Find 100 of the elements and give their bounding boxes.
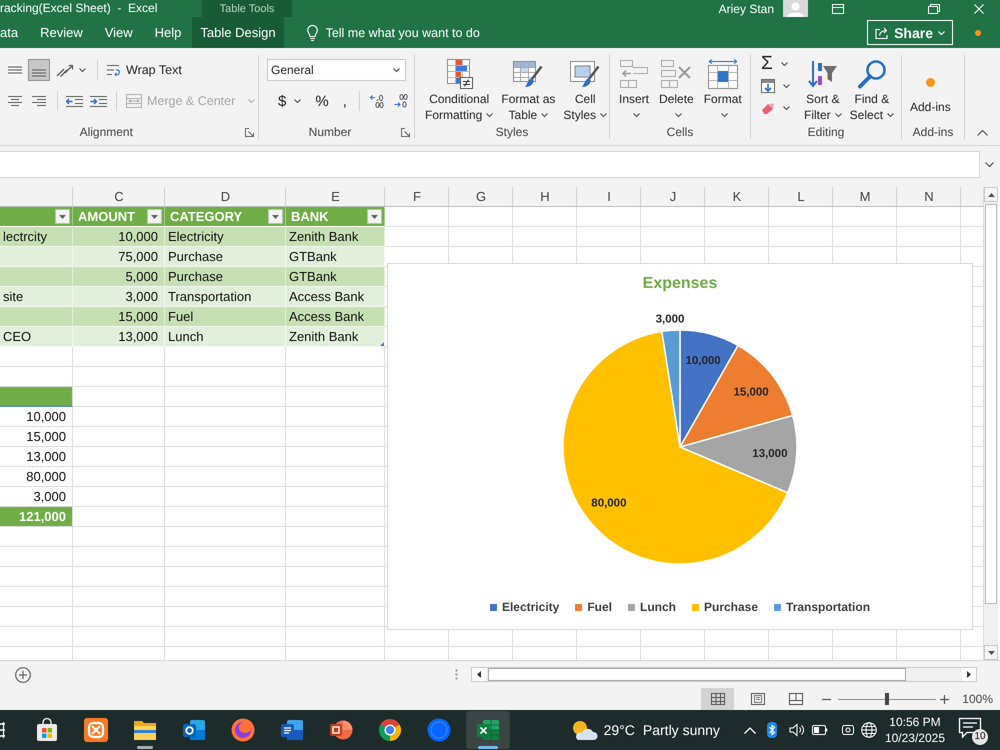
minus-icon[interactable] bbox=[822, 698, 832, 700]
column-header[interactable]: H bbox=[513, 187, 577, 206]
table-bars-icon bbox=[444, 59, 474, 89]
find-select-button[interactable]: Find & Select bbox=[846, 55, 898, 125]
fill-down-icon bbox=[761, 79, 775, 93]
scroll-up-button[interactable] bbox=[984, 187, 998, 202]
ribbon-tab[interactable]: ata bbox=[0, 17, 30, 48]
zoom-level[interactable]: 100% bbox=[962, 692, 993, 706]
total-cell: 121,000 bbox=[0, 507, 73, 527]
filter-button[interactable] bbox=[147, 209, 162, 224]
filter-button[interactable] bbox=[55, 209, 70, 224]
pie-tile-icon bbox=[329, 719, 353, 741]
filter-button[interactable] bbox=[367, 209, 382, 224]
caret-icon bbox=[783, 106, 790, 110]
ribbon-tab[interactable]: Help bbox=[144, 17, 192, 48]
column-header[interactable]: G bbox=[449, 187, 513, 206]
currency-button[interactable]: $ bbox=[271, 90, 308, 112]
camera-icon[interactable] bbox=[842, 723, 854, 737]
comma-style-button[interactable]: , bbox=[336, 90, 354, 112]
tell-me-field[interactable]: Tell me what you want to do bbox=[306, 17, 481, 48]
bottom-align-button[interactable] bbox=[28, 59, 50, 81]
scrollbar-thumb[interactable] bbox=[488, 668, 906, 681]
corner-arrow-icon[interactable] bbox=[245, 128, 254, 136]
filter-button[interactable] bbox=[268, 209, 283, 224]
plus-icon[interactable] bbox=[940, 694, 950, 704]
resize-handle-icon[interactable] bbox=[380, 342, 384, 346]
table-cell: Transportation bbox=[165, 287, 286, 307]
number-format-dropdown[interactable]: General bbox=[267, 59, 406, 81]
contextual-tab-label: Table Tools bbox=[202, 0, 292, 17]
chevron-up-icon[interactable] bbox=[977, 130, 988, 136]
legend-label: Transportation bbox=[786, 600, 870, 614]
wrap-text-button[interactable]: Wrap Text bbox=[103, 59, 186, 81]
scroll-left-button[interactable] bbox=[472, 668, 486, 681]
close-icon[interactable] bbox=[974, 4, 984, 14]
column-header[interactable]: N bbox=[897, 187, 961, 206]
clock-time[interactable]: 10:56 PM bbox=[889, 714, 941, 730]
sort-funnel-icon bbox=[808, 60, 838, 88]
column-header[interactable]: I bbox=[577, 187, 641, 206]
column-header[interactable]: K bbox=[705, 187, 769, 206]
triangle-down-icon bbox=[272, 214, 279, 218]
cell-brush-icon bbox=[570, 59, 600, 89]
column-width-icon bbox=[708, 59, 738, 89]
column-header[interactable]: D bbox=[165, 187, 286, 206]
percent-button[interactable]: % bbox=[308, 90, 336, 112]
decimal-places-icon bbox=[394, 94, 408, 108]
scroll-right-button[interactable] bbox=[962, 668, 976, 681]
page-icon bbox=[750, 693, 765, 705]
format-as-table-button[interactable]: Format as Table bbox=[498, 55, 558, 125]
formula-bar-field[interactable] bbox=[0, 150, 980, 178]
column-header[interactable]: L bbox=[769, 187, 833, 206]
insert-button[interactable]: Insert bbox=[616, 55, 652, 125]
globe-icon[interactable] bbox=[860, 722, 877, 738]
scroll-down-button[interactable] bbox=[984, 645, 998, 660]
ribbon-tab[interactable]: Table Design bbox=[192, 17, 284, 48]
autosum-button[interactable]: Σ bbox=[756, 53, 795, 75]
cell-styles-button[interactable]: Cell Styles bbox=[560, 55, 610, 125]
group-label: Alignment bbox=[80, 125, 133, 139]
normal-view-button[interactable] bbox=[701, 688, 734, 710]
scrollbar-thumb[interactable] bbox=[985, 204, 997, 604]
clock-date[interactable]: 10/23/2025 bbox=[884, 730, 945, 746]
table-cell: lectrcity bbox=[0, 227, 73, 247]
conditional-formatting-button[interactable]: Conditional Formatting bbox=[422, 55, 496, 125]
ribbon-tab[interactable]: Review bbox=[29, 17, 94, 48]
dot-icon bbox=[926, 78, 935, 86]
column-header[interactable]: M bbox=[833, 187, 897, 206]
speaker-icon[interactable] bbox=[788, 723, 805, 737]
battery-icon[interactable] bbox=[812, 725, 828, 735]
mail-tile-icon bbox=[182, 719, 206, 741]
column-header[interactable]: F bbox=[385, 187, 449, 206]
table-cell: 80,000 bbox=[0, 467, 73, 487]
delete-button[interactable]: Delete bbox=[656, 55, 697, 125]
format-button[interactable]: Format bbox=[700, 55, 745, 125]
restore-icon[interactable] bbox=[928, 4, 940, 14]
table-cell: site bbox=[0, 287, 73, 307]
table-cell: Purchase bbox=[165, 247, 286, 267]
search-icon bbox=[856, 59, 887, 89]
column-header[interactable]: J bbox=[641, 187, 705, 206]
plus-circle-icon[interactable] bbox=[15, 666, 31, 682]
column-header[interactable]: C bbox=[73, 187, 165, 206]
corner-arrow-icon[interactable] bbox=[401, 128, 410, 136]
caret-icon[interactable] bbox=[985, 162, 994, 166]
sort-filter-button[interactable]: Sort & Filter bbox=[801, 55, 845, 125]
share-button[interactable]: Share bbox=[867, 20, 953, 45]
user-name[interactable]: Ariey Stan bbox=[718, 2, 774, 16]
table-cell: CEO bbox=[0, 327, 73, 347]
window-layout-icon[interactable] bbox=[832, 4, 844, 14]
vertical-dots-icon[interactable] bbox=[455, 669, 458, 680]
bluetooth-icon[interactable] bbox=[766, 722, 777, 738]
data-label: 3,000 bbox=[656, 314, 684, 326]
weather-temperature: 29°C bbox=[604, 722, 635, 738]
ribbon-tab[interactable]: View bbox=[94, 17, 144, 48]
triangle-down-icon bbox=[151, 214, 158, 218]
caret-icon bbox=[783, 84, 790, 88]
table-cell: 13,000 bbox=[0, 447, 73, 467]
column-header[interactable]: E bbox=[286, 187, 385, 206]
slider-thumb[interactable] bbox=[885, 693, 890, 705]
right-arrow-lines-icon bbox=[90, 96, 106, 106]
align-bottom-icon bbox=[32, 69, 46, 77]
shopping-bag-icon bbox=[35, 718, 59, 742]
add-ins-button[interactable]: Add-ins bbox=[907, 55, 954, 125]
